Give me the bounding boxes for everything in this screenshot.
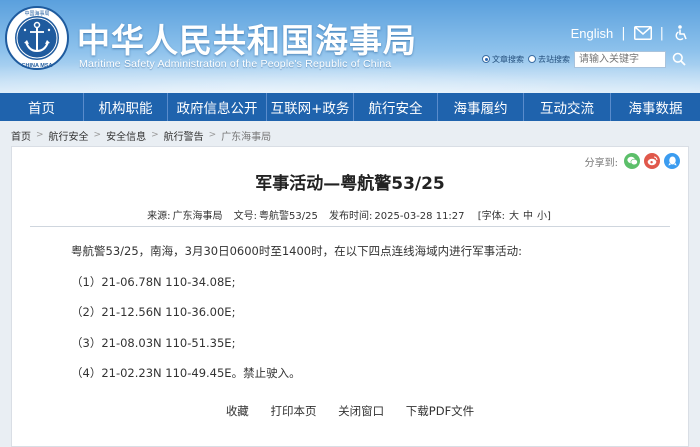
article-title: 军事活动—粤航警53/25 — [255, 174, 445, 194]
article-panel: 分享到: 军事活动—粤航警53/25 来源: 广东海事局 文号: 粤航警53/25 … — [11, 146, 689, 447]
breadcrumb-separator-icon: > — [151, 130, 159, 140]
search-icon[interactable] — [670, 50, 688, 68]
article-meta: 来源: 广东海事局 文号: 粤航警53/25 发布时间: 2025-03-28 11:… — [12, 207, 688, 222]
breadcrumb: 首页 > 航行安全 > 安全信息 > 航行警告 > 广东海事局 — [11, 126, 271, 144]
breadcrumb-separator-icon: > — [93, 130, 102, 140]
meta-docno: 文号: 粤航警53/25 — [234, 211, 318, 222]
share-bar: 分享到: — [585, 153, 680, 169]
font-size-large-button[interactable]: 大 — [509, 211, 519, 222]
mail-icon[interactable] — [633, 24, 652, 42]
breadcrumb-separator-icon: > — [208, 130, 217, 140]
article-body: 粤航警53/25，南海，3月30日0600时至1400时，在以下四点连线海域内进… — [71, 243, 522, 396]
breadcrumb-safety-info[interactable]: 安全信息 — [106, 128, 146, 143]
meta-docno-value: 粤航警53/25 — [259, 211, 318, 222]
search-bar: 文章搜索 去站搜索 — [482, 50, 688, 68]
share-label: 分享到: — [584, 157, 618, 169]
article-paragraph-point-3: （3）21-08.03N 110-51.35E; — [71, 335, 236, 350]
article-paragraph-point-1: （1）21-06.78N 110-34.08E; — [71, 274, 236, 289]
nav-item-data[interactable]: 海事数据 — [611, 93, 700, 121]
breadcrumb-current[interactable]: 广东海事局 — [221, 128, 271, 143]
article-actions: 收藏 打印本页 关闭窗口 下载PDF文件 — [12, 403, 688, 419]
breadcrumb-nav-safety[interactable]: 航行安全 — [49, 128, 89, 143]
article-paragraph-point-2: （2）21-12.56N 110-36.00E; — [71, 305, 236, 319]
site-subtitle: Maritime Safety Administration of the Pe… — [79, 58, 392, 70]
search-option-web-label: 去站搜索 — [538, 54, 570, 64]
radio-unselected[interactable] — [528, 55, 536, 63]
qq-icon[interactable] — [664, 153, 680, 169]
article-paragraph-intro: 粤航警53/25，南海，3月30日0600时至1400时，在以下四点连线海域内进… — [71, 244, 522, 258]
toplinks-separator-2: | — [659, 25, 664, 41]
search-option-site[interactable]: 文章搜索 — [482, 54, 524, 65]
meta-date-label: 发布时间: — [329, 211, 373, 222]
main-nav: 首页 机构职能 政府信息公开 互联网+政务 航行安全 海事履约 互动交流 海事数… — [0, 93, 700, 121]
print-button[interactable]: 打印本页 — [270, 404, 316, 418]
wechat-icon[interactable] — [624, 153, 640, 169]
nav-item-functions[interactable]: 机构职能 — [84, 93, 168, 121]
meta-divider — [30, 226, 670, 227]
nav-item-home[interactable]: 首页 — [0, 93, 84, 121]
article-paragraph-point-4: （4）21-02.23N 110-49.45E。禁止驶入。 — [71, 366, 301, 380]
nav-item-internet-gov[interactable]: 互联网+政务 — [267, 93, 354, 121]
nav-item-compliance[interactable]: 海事履约 — [438, 93, 524, 121]
meta-docno-label: 文号: — [233, 211, 258, 222]
nav-item-nav-safety[interactable]: 航行安全 — [354, 93, 438, 121]
header-toplinks: English | | — [571, 24, 690, 42]
meta-source-label: 来源: — [147, 211, 171, 222]
svg-text:中国海事局: 中国海事局 — [24, 10, 49, 17]
meta-source-value: 广东海事局 — [172, 211, 223, 222]
font-size-medium-button[interactable]: 中 — [523, 211, 533, 222]
meta-date: 发布时间: 2025-03-28 11:27 — [329, 211, 465, 222]
download-pdf-button[interactable]: 下载PDF文件 — [406, 404, 474, 418]
nav-item-gov-info[interactable]: 政府信息公开 — [168, 93, 267, 121]
nav-item-interaction[interactable]: 互动交流 — [524, 93, 611, 121]
search-input[interactable] — [574, 50, 666, 68]
favorite-button[interactable]: 收藏 — [226, 404, 249, 418]
meta-source: 来源: 广东海事局 — [147, 211, 222, 222]
site-title: 中华人民共和国海事局 — [77, 21, 417, 60]
search-option-web[interactable]: 去站搜索 — [528, 54, 570, 65]
toplinks-separator: | — [621, 25, 626, 41]
radio-selected[interactable] — [482, 55, 490, 63]
close-window-button[interactable]: 关闭窗口 — [338, 404, 384, 418]
search-option-site-label: 文章搜索 — [492, 54, 524, 64]
meta-date-value: 2025-03-28 11:27 — [374, 211, 465, 222]
font-size-small-button[interactable]: 小] — [537, 211, 551, 222]
font-size-control: [字体: 大中小] — [476, 211, 553, 222]
site-header: 中国海事局 CHINA MSA 中华人民共和国海事局 Maritime Safe… — [0, 0, 700, 93]
msa-logo-icon[interactable]: 中国海事局 CHINA MSA — [5, 6, 69, 70]
breadcrumb-separator-icon: > — [36, 130, 44, 140]
breadcrumb-home[interactable]: 首页 — [11, 128, 31, 143]
font-size-label: [字体: — [477, 211, 505, 222]
accessibility-icon[interactable] — [672, 24, 690, 42]
english-link[interactable]: English — [571, 26, 614, 41]
breadcrumb-nav-warning[interactable]: 航行警告 — [164, 128, 204, 143]
logo-text: CHINA MSA — [22, 63, 53, 69]
weibo-icon[interactable] — [644, 153, 660, 169]
